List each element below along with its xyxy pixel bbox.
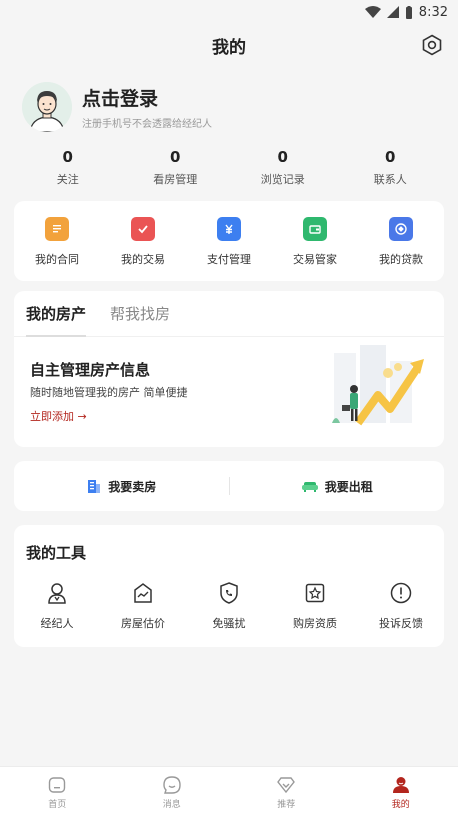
stat-history[interactable]: 0 浏览记录: [229, 148, 337, 187]
quick-label: 我的交易: [121, 253, 165, 266]
property-tabs: 我的房产 帮我找房: [14, 291, 444, 337]
quick-label: 我的合同: [35, 253, 79, 266]
stat-label: 浏览记录: [260, 173, 305, 186]
agent-icon: [48, 583, 66, 604]
stats-row: 0 关注 0 看房管理 0 浏览记录 0 联系人: [14, 148, 444, 187]
tool-label: 投诉反馈: [379, 617, 423, 630]
my-trade-button[interactable]: 我的交易: [100, 217, 186, 281]
avatar-icon: [22, 82, 72, 132]
profile-text: 点击登录 注册手机号不会透露给经纪人: [82, 84, 212, 130]
feedback-icon: [390, 582, 412, 604]
payment-management-button[interactable]: 支付管理: [186, 217, 272, 281]
tab-home[interactable]: 首页: [0, 767, 115, 814]
trade-manager-button[interactable]: 交易管家: [272, 217, 358, 281]
rent-out-button[interactable]: 我要出租: [230, 478, 445, 495]
add-property-link[interactable]: 立即添加 →: [30, 408, 87, 424]
stat-viewing[interactable]: 0 看房管理: [122, 148, 230, 187]
stat-number: 0: [170, 148, 181, 166]
tools-row: 经纪人 房屋估价 免骚扰 购房资质 投诉反馈: [14, 581, 444, 631]
wallet-icon: [303, 217, 327, 241]
tool-agent[interactable]: 经纪人: [14, 581, 100, 631]
tool-label: 经纪人: [40, 617, 74, 630]
property-description: 随时随地管理我的房产 简单便捷: [30, 386, 188, 399]
home-icon: [49, 777, 66, 793]
tab-label: 首页: [48, 800, 67, 810]
page-title: 我的: [212, 37, 246, 58]
property-title: 自主管理房产信息: [30, 361, 151, 379]
status-time: 8:32: [418, 4, 448, 20]
stat-number: 0: [385, 148, 396, 166]
stat-label: 看房管理: [153, 173, 198, 186]
bottom-tab-bar: 首页 消息 推荐 我的: [0, 766, 458, 814]
building-icon: [88, 480, 101, 493]
my-property-card: 我的房产 帮我找房 自主管理房产信息 随时随地管理我的房产 简单便捷 立即添加 …: [14, 291, 444, 447]
tab-label: 推荐: [277, 800, 296, 810]
trade-icon: [131, 217, 155, 241]
message-icon: [163, 776, 181, 794]
stat-number: 0: [62, 148, 73, 166]
recommend-icon: [277, 777, 296, 794]
battery-icon: [405, 5, 412, 19]
tab-find-house[interactable]: 帮我找房: [110, 291, 170, 337]
settings-gear-icon[interactable]: [420, 33, 444, 57]
stat-contacts[interactable]: 0 联系人: [337, 148, 445, 187]
profile-icon: [392, 777, 409, 793]
tab-my-property[interactable]: 我的房产: [26, 291, 87, 337]
rent-label: 我要出租: [324, 479, 373, 494]
sell-rent-card: 我要卖房 我要出租: [14, 461, 444, 511]
my-tools-card: 我的工具 经纪人 房屋估价 免骚扰 购房资质 投诉反馈: [14, 525, 444, 647]
tool-label: 房屋估价: [121, 617, 165, 630]
quick-label: 我的贷款: [379, 253, 423, 266]
tab-profile[interactable]: 我的: [344, 767, 458, 814]
tab-messages[interactable]: 消息: [115, 767, 230, 814]
contract-icon: [45, 217, 69, 241]
page-header: 我的: [0, 24, 458, 66]
sofa-icon: [301, 482, 318, 492]
profile-section[interactable]: 点击登录 注册手机号不会透露给经纪人: [22, 82, 212, 132]
stat-follow[interactable]: 0 关注: [14, 148, 122, 187]
tab-recommend[interactable]: 推荐: [229, 767, 344, 814]
stat-label: 联系人: [373, 173, 407, 186]
tab-label: 消息: [162, 800, 181, 810]
wifi-icon: [364, 6, 381, 18]
tab-label: 我的: [391, 800, 410, 810]
quick-actions-card: 我的合同 我的交易 支付管理 交易管家 我的贷款: [14, 201, 444, 281]
tool-label: 免骚扰: [212, 617, 246, 630]
payment-icon: [217, 217, 241, 241]
tool-qualification[interactable]: 购房资质: [272, 581, 358, 631]
quick-label: 支付管理: [207, 253, 251, 266]
stat-number: 0: [277, 148, 288, 166]
loan-icon: [389, 217, 413, 241]
no-disturb-icon: [220, 582, 238, 604]
tool-no-disturb[interactable]: 免骚扰: [186, 581, 272, 631]
my-loan-button[interactable]: 我的贷款: [358, 217, 444, 281]
tool-label: 购房资质: [293, 617, 337, 630]
tool-valuation[interactable]: 房屋估价: [100, 581, 186, 631]
avatar[interactable]: [22, 82, 72, 132]
growth-illustration: [332, 345, 424, 426]
qualification-icon: [305, 583, 325, 603]
status-bar: 8:32: [0, 0, 458, 24]
signal-icon: [386, 6, 399, 18]
my-contract-button[interactable]: 我的合同: [14, 217, 100, 281]
sell-label: 我要卖房: [108, 479, 157, 494]
valuation-icon: [134, 583, 152, 603]
login-subtitle: 注册手机号不会透露给经纪人: [82, 119, 212, 130]
login-link[interactable]: 点击登录: [82, 84, 212, 111]
quick-label: 交易管家: [293, 253, 337, 266]
stat-label: 关注: [56, 173, 79, 186]
sell-house-button[interactable]: 我要卖房: [14, 478, 229, 495]
tool-feedback[interactable]: 投诉反馈: [358, 581, 444, 631]
tools-title: 我的工具: [26, 544, 87, 562]
